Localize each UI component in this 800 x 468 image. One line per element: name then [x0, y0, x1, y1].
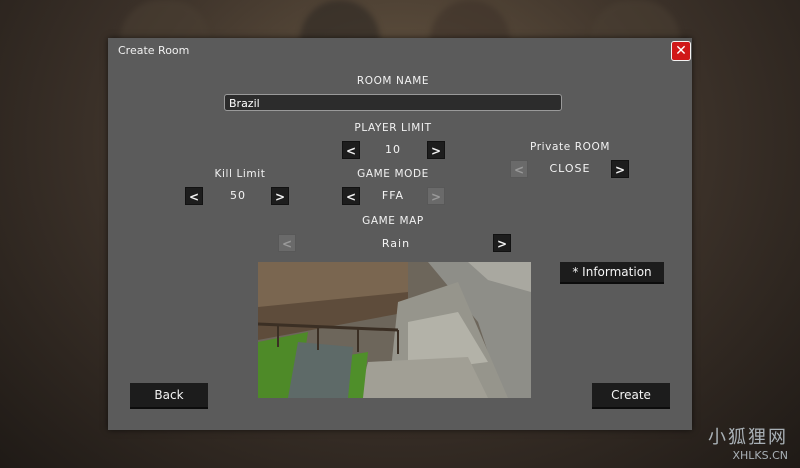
game-map-next-button[interactable]: >	[493, 234, 511, 252]
game-mode-next-button[interactable]: >	[427, 187, 445, 205]
create-button[interactable]: Create	[592, 383, 670, 409]
room-name-input[interactable]: Brazil	[224, 94, 562, 111]
kill-limit-prev-button[interactable]: <	[185, 187, 203, 205]
map-preview-image	[258, 262, 531, 398]
dialog-title: Create Room	[118, 44, 190, 57]
player-limit-label: PLAYER LIMIT	[354, 122, 432, 134]
player-limit-next-button[interactable]: >	[427, 141, 445, 159]
watermark-text-cn: 小狐狸网	[708, 427, 788, 448]
private-room-next-button[interactable]: >	[611, 160, 629, 178]
game-map-value: Rain	[381, 237, 411, 250]
room-name-label: ROOM NAME	[356, 75, 430, 87]
player-limit-value: 10	[385, 143, 401, 156]
private-room-prev-button[interactable]: <	[510, 160, 528, 178]
site-watermark: 小狐狸网 XHLKS.CN	[708, 423, 788, 462]
game-map-label: GAME MAP	[362, 215, 424, 227]
game-mode-label: GAME MODE	[357, 168, 429, 180]
kill-limit-label: Kill Limit	[214, 168, 266, 180]
game-map-prev-button[interactable]: <	[278, 234, 296, 252]
private-room-label: Private ROOM	[529, 141, 611, 153]
player-limit-prev-button[interactable]: <	[342, 141, 360, 159]
watermark-text-en: XHLKS.CN	[732, 449, 788, 462]
back-button[interactable]: Back	[130, 383, 208, 409]
create-room-dialog: Create Room ✕ ROOM NAME Brazil PLAYER LI…	[108, 38, 692, 430]
game-mode-value: FFA	[381, 189, 405, 202]
private-room-value: CLOSE	[549, 162, 591, 175]
map-preview-scene	[258, 262, 531, 398]
kill-limit-next-button[interactable]: >	[271, 187, 289, 205]
information-button[interactable]: * Information	[560, 262, 664, 284]
kill-limit-value: 50	[230, 189, 246, 202]
close-button[interactable]: ✕	[671, 41, 691, 61]
game-mode-prev-button[interactable]: <	[342, 187, 360, 205]
